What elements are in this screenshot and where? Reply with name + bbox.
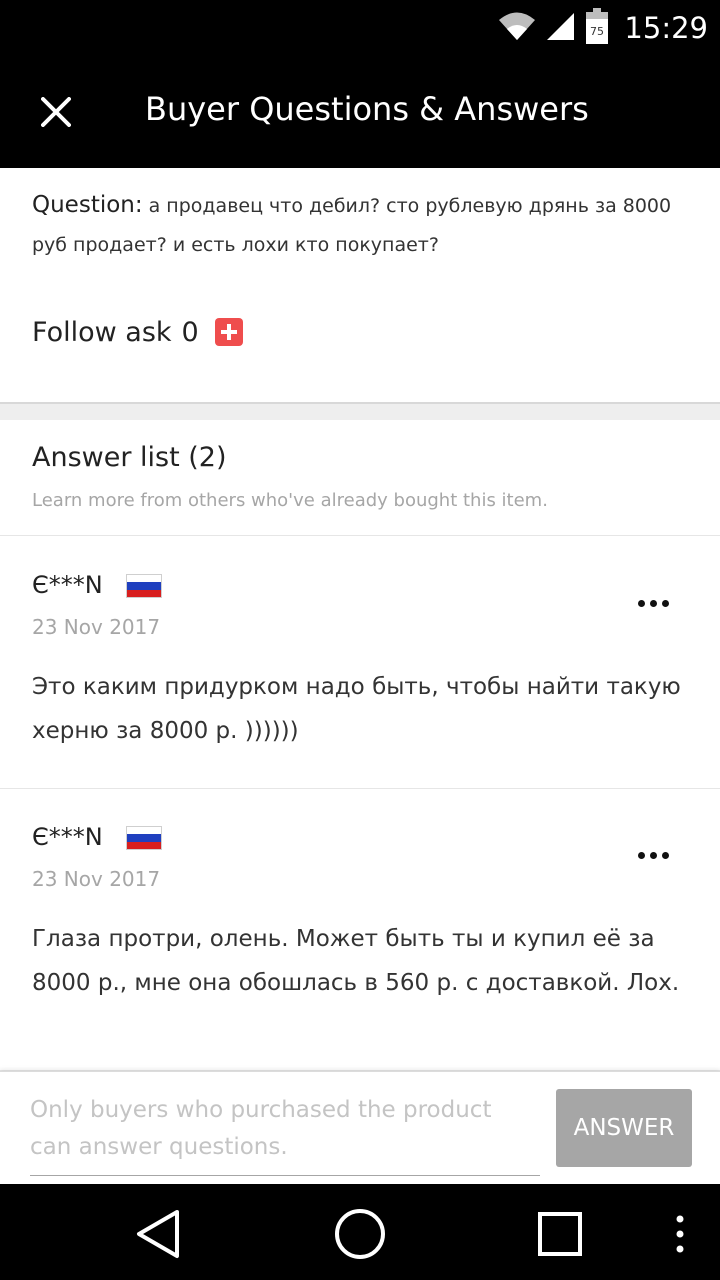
close-icon: [41, 97, 71, 127]
section-divider: [0, 404, 720, 420]
answer-item: Є***N 23 Nov 2017 Глаза протри, олень. М…: [0, 789, 720, 1071]
answer-date: 23 Nov 2017: [32, 867, 161, 891]
question-text-block: Question: а продавец что дебил? сто рубле…: [32, 186, 692, 265]
answers-title: Answer list (2): [32, 442, 227, 473]
battery-level: 75: [590, 25, 604, 38]
russia-flag-icon: [126, 574, 162, 598]
answer-text: Глаза протри, олень. Может быть ты и куп…: [32, 926, 680, 996]
answer-button[interactable]: ANSWER: [556, 1089, 692, 1167]
answer-user: Є***N: [32, 571, 103, 599]
answer-bar: Only buyers who purchased the product ca…: [0, 1071, 720, 1184]
back-icon[interactable]: [126, 1202, 190, 1266]
navigation-bar: [0, 1184, 720, 1280]
close-button[interactable]: [28, 84, 84, 140]
wifi-icon: [498, 11, 536, 45]
home-icon[interactable]: [328, 1202, 392, 1266]
cellular-signal-icon: [546, 11, 576, 45]
status-bar: 75 15:29: [0, 0, 720, 56]
answer-item: Є***N 23 Nov 2017 Это каким придурком на…: [0, 537, 720, 789]
overflow-menu-icon[interactable]: [648, 1202, 712, 1266]
status-icons: 75 15:29: [498, 8, 708, 48]
more-options-icon[interactable]: [620, 583, 686, 623]
app-bar: Buyer Questions & Answers: [0, 56, 720, 168]
answers-header: Answer list (2) Learn more from others w…: [0, 420, 720, 536]
russia-flag-icon: [126, 826, 162, 850]
answer-input[interactable]: Only buyers who purchased the product ca…: [30, 1092, 540, 1176]
follow-row: Follow ask 0: [32, 312, 243, 352]
answer-text: Это каким придурком надо быть, чтобы най…: [32, 674, 681, 744]
battery-icon: 75: [586, 8, 609, 48]
recents-icon[interactable]: [528, 1202, 592, 1266]
answers-subtitle: Learn more from others who've already bo…: [32, 490, 548, 511]
follow-count: 0: [181, 316, 199, 348]
plus-icon[interactable]: [214, 318, 243, 346]
more-options-icon[interactable]: [620, 835, 686, 875]
page-title: Buyer Questions & Answers: [145, 90, 589, 128]
follow-label: Follow ask: [32, 316, 172, 348]
answer-user: Є***N: [32, 823, 103, 851]
question-label: Question:: [32, 192, 143, 218]
status-time: 15:29: [624, 11, 708, 45]
question-card: Question: а продавец что дебил? сто рубле…: [0, 168, 720, 404]
answer-date: 23 Nov 2017: [32, 615, 161, 639]
